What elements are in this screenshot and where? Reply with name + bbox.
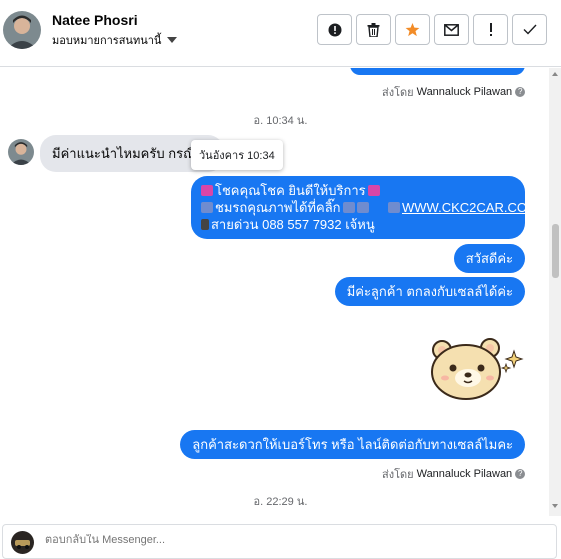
sent-by-top: ส่งโดย Wannaluck Pilawan ? [382, 83, 526, 101]
mark-done-button[interactable] [512, 14, 547, 45]
contact-avatar[interactable] [3, 11, 41, 49]
website-link[interactable]: WWW.CKC2CAR.COM [402, 200, 538, 215]
message-bubble-outgoing[interactable]: ลูกค้าสะดวกให้เบอร์โทร หรือ ไลน์ติดต่อกั… [180, 430, 525, 459]
scroll-up-arrow-icon[interactable] [552, 72, 558, 76]
message-bubble-promo[interactable]: โชคคุณโชค ยินดีให้บริการ ชมรถคุณภาพได้ที… [191, 176, 538, 239]
message-bubble-outgoing[interactable]: สวัสดีค่ะ [453, 244, 525, 273]
scroll-down-arrow-icon[interactable] [552, 504, 558, 508]
play-emoji-icon [201, 202, 213, 213]
reply-composer[interactable] [2, 524, 557, 559]
mark-unread-button[interactable] [434, 14, 469, 45]
alert-circle-icon [328, 23, 341, 36]
emoji-icon [201, 185, 213, 196]
chat-scrollbar[interactable] [549, 68, 561, 516]
exclamation-icon [489, 22, 492, 36]
timestamp: อ. 22:29 น. [253, 496, 308, 508]
sent-by-bottom: ส่งโดย Wannaluck Pilawan ? [382, 465, 526, 483]
contact-avatar-small [8, 139, 34, 165]
down-arrow-emoji-icon [356, 202, 369, 213]
caret-down-icon [167, 37, 178, 43]
reply-input[interactable] [45, 534, 525, 546]
scrollbar-thumb[interactable] [552, 224, 559, 278]
message-thread[interactable]: ส่งโดย Wannaluck Pilawan ? อ. 10:34 น. ม… [0, 68, 561, 516]
message-bubble-outgoing[interactable]: มีค่ะลูกค้า ตกลงกับเซลล์ได้ค่ะ [334, 277, 525, 306]
delete-button[interactable] [356, 14, 391, 45]
assign-conversation-dropdown[interactable]: มอบหมายการสนทนานี้ [52, 31, 178, 49]
sender-name: Wannaluck Pilawan [416, 86, 513, 98]
assign-label: มอบหมายการสนทนานี้ [52, 35, 162, 47]
contact-name[interactable]: Natee Phosri [52, 12, 138, 28]
emoji-icon [367, 185, 380, 196]
conversation-header: Natee Phosri มอบหมายการสนทนานี้ [0, 0, 561, 67]
message-bubble-outgoing-clipped[interactable] [350, 68, 525, 75]
play-emoji-icon [388, 202, 400, 213]
star-icon [405, 22, 420, 37]
sticker-bear[interactable] [428, 334, 528, 404]
info-icon[interactable]: ? [515, 469, 526, 479]
timestamp: อ. 10:34 น. [253, 115, 308, 127]
phone-emoji-icon [201, 219, 209, 230]
info-icon[interactable]: ? [515, 87, 526, 97]
bear-sticker-image [431, 338, 524, 400]
trash-icon [367, 22, 380, 37]
down-arrow-emoji-icon [342, 202, 355, 213]
check-icon [523, 24, 537, 35]
mark-spam-button[interactable] [317, 14, 352, 45]
sender-name: Wannaluck Pilawan [416, 468, 513, 480]
envelope-icon [444, 23, 459, 36]
page-avatar [11, 531, 34, 554]
follow-up-button[interactable] [473, 14, 508, 45]
star-button[interactable] [395, 14, 430, 45]
action-toolbar [317, 14, 547, 45]
timestamp-tooltip: วันอังคาร 10:34 [191, 140, 283, 170]
